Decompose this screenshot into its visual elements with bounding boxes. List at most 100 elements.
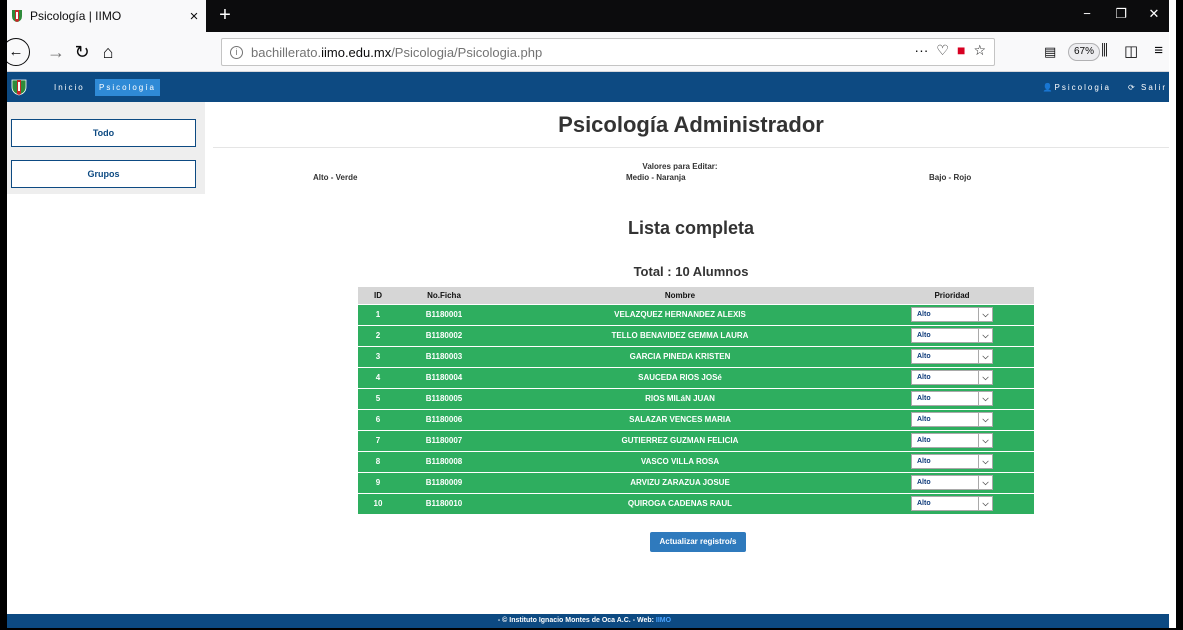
priority-select[interactable]: Alto ⌵ [911, 475, 993, 490]
footer-web-link[interactable]: IIMO [656, 617, 671, 624]
nav-psicologia-link[interactable]: Psicología [95, 79, 160, 96]
priority-value: Alto [917, 311, 931, 318]
forward-arrow-icon[interactable]: → [44, 40, 68, 64]
priority-select[interactable]: Alto ⌵ [911, 349, 993, 364]
pocket-icon[interactable]: ♡ [936, 42, 949, 59]
url-bar[interactable]: i bachillerato. iimo.edu.mx/Psicologia/Ps… [221, 38, 1100, 66]
school-logo-icon[interactable] [11, 79, 27, 96]
priority-value: Alto [917, 479, 931, 486]
legend-high: Alto - Verde [313, 173, 358, 182]
window-restore-button[interactable]: ❐ [1106, 6, 1136, 22]
cell-ficha: B1180001 [398, 303, 490, 325]
legend-medium: Medio - Naranja [626, 173, 686, 182]
site-info-icon[interactable]: i [230, 45, 243, 59]
extension-icon[interactable]: ■ [957, 42, 965, 59]
priority-select[interactable]: Alto ⌵ [911, 328, 993, 343]
logout-label: Salir [1140, 83, 1167, 92]
list-subtitle: Lista completa [627, 218, 755, 238]
chevron-down-icon: ⌵ [978, 329, 992, 342]
chevron-down-icon: ⌵ [978, 371, 992, 384]
nav-inicio-link[interactable]: Inicio [50, 79, 89, 96]
user-icon: 👤 [1042, 83, 1055, 92]
library-icon[interactable]: ⫼ [1101, 42, 1108, 60]
cell-id: 1 [358, 303, 398, 325]
table-row: 7 B1180007 GUTIERREZ GUZMAN FELICIA Alto ⌵ [358, 429, 1034, 451]
cell-prioridad: Alto ⌵ [870, 303, 1034, 325]
tab-close-icon[interactable]: × [182, 8, 206, 25]
back-arrow-icon[interactable]: ← [2, 38, 30, 66]
priority-select[interactable]: Alto ⌵ [911, 412, 993, 427]
cell-prioridad: Alto ⌵ [870, 429, 1034, 451]
browser-tab[interactable]: Psicología | IIMO × [0, 0, 206, 32]
sidebar-item-todo[interactable]: Todo [11, 119, 196, 147]
cell-ficha: B1180008 [398, 450, 490, 472]
priority-value: Alto [917, 416, 931, 423]
chevron-down-icon: ⌵ [978, 308, 992, 321]
cell-id: 10 [358, 492, 398, 514]
cell-nombre: VELAZQUEZ HERNANDEZ ALEXIS [490, 303, 870, 325]
cell-prioridad: Alto ⌵ [870, 387, 1034, 409]
user-menu[interactable]: 👤Psicologia [1043, 79, 1111, 96]
table-row: 6 B1180006 SALAZAR VENCES MARIA Alto ⌵ [358, 408, 1034, 430]
url-bar-actions: ··· ♡ ■ ☆ [914, 42, 986, 59]
browser-tab-bar: Psicología | IIMO × + − ❐ ✕ [0, 0, 1169, 32]
cell-prioridad: Alto ⌵ [870, 471, 1034, 493]
cell-id: 7 [358, 429, 398, 451]
legend-low: Bajo - Rojo [929, 173, 972, 182]
chevron-down-icon: ⌵ [978, 392, 992, 405]
sidebar: Todo Grupos [0, 102, 205, 194]
reader-view-icon[interactable]: ▤ [1044, 44, 1056, 60]
page-actions-icon[interactable]: ··· [914, 42, 928, 59]
priority-select[interactable]: Alto ⌵ [911, 496, 993, 512]
reload-icon[interactable]: ↻ [70, 40, 94, 64]
zoom-indicator[interactable]: 67% [1068, 43, 1100, 61]
chevron-down-icon: ⌵ [978, 413, 992, 426]
bookmark-star-icon[interactable]: ☆ [973, 42, 986, 59]
sidebar-toggle-icon[interactable]: ◫ [1124, 42, 1138, 60]
logout-link[interactable]: ⟳ Salir [1128, 79, 1167, 96]
header-ficha: No.Ficha [398, 287, 490, 304]
cell-prioridad: Alto ⌵ [870, 408, 1034, 430]
cell-ficha: B1180005 [398, 387, 490, 409]
site-header: Inicio Psicología 👤Psicologia ⟳ Salir [0, 72, 1169, 102]
priority-select[interactable]: Alto ⌵ [911, 370, 993, 385]
tab-title: Psicología | IIMO [30, 9, 122, 23]
cell-id: 9 [358, 471, 398, 493]
table-row: 4 B1180004 SAUCEDA RIOS JOSé Alto ⌵ [358, 366, 1034, 388]
browser-toolbar-right: ⫼ ◫ ≡ [1101, 42, 1163, 60]
cell-id: 5 [358, 387, 398, 409]
update-records-button[interactable]: Actualizar registro/s [650, 532, 746, 552]
priority-select[interactable]: Alto ⌵ [911, 454, 993, 469]
priority-value: Alto [917, 374, 931, 381]
priority-select[interactable]: Alto ⌵ [911, 391, 993, 406]
cell-id: 6 [358, 408, 398, 430]
cell-ficha: B1180009 [398, 471, 490, 493]
user-name: Psicologia [1054, 83, 1111, 92]
home-icon[interactable]: ⌂ [96, 40, 120, 64]
table-row: 1 B1180001 VELAZQUEZ HERNANDEZ ALEXIS Alto ⌵ [358, 303, 1034, 325]
priority-value: Alto [917, 332, 931, 339]
window-close-button[interactable]: ✕ [1139, 6, 1169, 22]
window-minimize-button[interactable]: − [1072, 6, 1102, 21]
cell-ficha: B1180002 [398, 324, 490, 346]
table-row: 2 B1180002 TELLO BENAVIDEZ GEMMA LAURA Alto… [358, 324, 1034, 346]
footer: - © Instituto Ignacio Montes de Oca A.C.… [0, 614, 1169, 628]
priority-select[interactable]: Alto ⌵ [911, 433, 993, 448]
url-domain: iimo.edu.mx [321, 44, 392, 60]
cell-id: 3 [358, 345, 398, 367]
table-row: 9 B1180009 ARVIZU ZARAZUA JOSUE Alto ⌵ [358, 471, 1034, 493]
menu-icon[interactable]: ≡ [1154, 42, 1163, 60]
priority-select[interactable]: Alto ⌵ [911, 307, 993, 322]
sidebar-item-grupos[interactable]: Grupos [11, 160, 196, 188]
divider [213, 147, 1169, 148]
new-tab-button[interactable]: + [213, 4, 237, 27]
cell-nombre: QUIROGA CADENAS RAUL [490, 492, 870, 514]
page-title: Psicología Administrador [558, 112, 824, 137]
logout-icon: ⟳ [1128, 83, 1141, 92]
cell-nombre: ARVIZU ZARAZUA JOSUE [490, 471, 870, 493]
chevron-down-icon: ⌵ [978, 434, 992, 447]
priority-value: Alto [917, 437, 931, 444]
url-path: /Psicologia/Psicologia.php [391, 44, 543, 60]
footer-text: - © Instituto Ignacio Montes de Oca A.C.… [497, 617, 656, 624]
legend-title: Valores para Editar: [642, 162, 718, 171]
